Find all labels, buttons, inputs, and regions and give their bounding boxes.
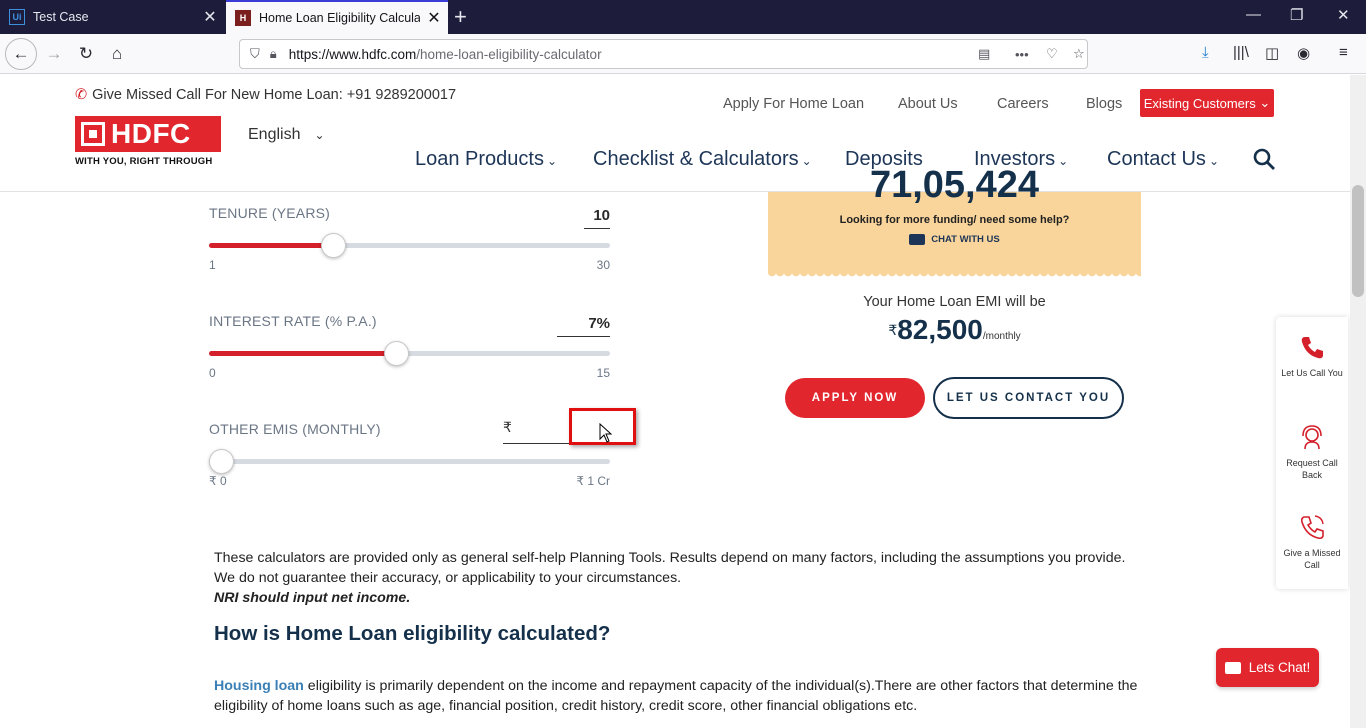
nav-investors[interactable]: Investors ⌄ [974,148,1068,171]
tenure-slider-handle[interactable] [320,233,346,258]
missed-call-icon [1300,515,1324,540]
tenure-input[interactable]: 10 [584,207,610,229]
menu-icon[interactable]: ≡ [1339,44,1348,61]
section-paragraph: Housing loan eligibility is primarily de… [214,678,1138,714]
other-emis-track[interactable] [209,449,610,474]
minimize-icon[interactable]: — [1246,6,1261,23]
other-emis-min: ₹ 0 [209,474,227,488]
link-about-us[interactable]: About Us [898,96,958,112]
link-apply-home-loan[interactable]: Apply For Home Loan [723,96,864,112]
shield-icon: ⛉ [250,46,260,61]
tenure-track[interactable] [209,233,610,258]
tenure-label: TENURE (YEARS) [209,205,331,221]
tenure-min: 1 [209,258,216,272]
hdfc-logo[interactable]: HDFC WITH YOU, RIGHT THROUGH [75,116,221,167]
section-heading: How is Home Loan eligibility calculated? [214,622,611,645]
emi-label: Your Home Loan EMI will be [863,294,1046,310]
uipath-favicon-icon: Ui [9,9,25,25]
calculator-content: TENURE (YEARS) 10 1 30 INTEREST RATE (% … [0,170,1350,728]
tenure-max: 30 [596,258,610,272]
browser-toolbar: ← → ↻ ⌂ ⛉ 🔒︎ https://www.hdfc.com/home-l… [0,34,1366,74]
housing-loan-link[interactable]: Housing loan [214,678,304,694]
restore-icon[interactable]: ❐ [1290,6,1303,24]
download-icon[interactable]: ⤓ [1202,44,1209,61]
library-icon[interactable]: |||\ [1233,44,1249,61]
other-emis-slider-block: OTHER EMIS (MONTHLY) ₹ ₹ 0 ₹ 1 Cr [209,419,610,491]
url-text: https://www.hdfc.com/home-loan-eligibili… [288,46,602,62]
missed-call-text: ✆ Give Missed Call For New Home Loan: +91… [75,87,457,103]
search-icon[interactable] [1252,147,1276,171]
phone-icon: ✆ [75,87,88,103]
page-scrollbar[interactable] [1350,75,1366,728]
nav-checklist-calculators[interactable]: Checklist & Calculators ⌄ [593,148,812,171]
pocket-icon[interactable]: ♡ [1046,46,1058,62]
help-text: Looking for more funding/ need some help… [839,214,1070,226]
lock-icon: 🔒︎ [269,46,277,61]
tab-title: Test Case [33,10,89,24]
give-missed-call-button[interactable]: Give a Missed Call [1276,513,1348,571]
interest-slider-block: INTEREST RATE (% P.A.) 7% 0 15 [209,313,610,383]
interest-fill [209,351,397,356]
other-emis-max: ₹ 1 Cr [576,474,610,488]
eligible-amount: 71,05,424 [869,170,1040,204]
interest-slider-handle[interactable] [383,341,409,366]
lets-chat-button[interactable]: Lets Chat! [1216,648,1319,687]
bookmark-star-icon[interactable]: ☆ [1073,46,1085,62]
existing-customers-button[interactable]: Existing Customers ⌄ [1140,89,1274,117]
reload-icon[interactable]: ↻ [72,40,100,68]
nav-loan-products[interactable]: Loan Products ⌄ [415,148,557,171]
emi-value: ₹82,500/monthly [888,314,1021,345]
more-icon[interactable]: ••• [1015,47,1029,62]
account-icon[interactable]: ◉ [1297,44,1310,62]
rupee-symbol: ₹ [503,419,512,435]
link-careers[interactable]: Careers [997,96,1049,112]
chevron-down-icon: ⌄ [314,128,325,142]
let-us-call-you-button[interactable]: Let Us Call You [1276,333,1348,379]
chat-icon [1224,661,1241,674]
forward-icon[interactable]: → [40,40,68,68]
home-icon[interactable]: ⌂ [103,40,131,68]
back-icon[interactable]: ← [5,38,37,70]
site-header: ✆ Give Missed Call For New Home Loan: +91… [0,75,1366,192]
contact-side-panel: Let Us Call You Request Call Back Give a… [1276,317,1348,589]
interest-max: 15 [596,366,610,380]
phone-icon [1301,337,1323,359]
other-emis-slider-handle[interactable] [209,449,234,474]
tenure-slider-block: TENURE (YEARS) 10 1 30 [209,205,610,275]
browser-tab-bar: Ui Test Case ✕ H Home Loan Eligibility C… [0,0,1366,34]
tab-test-case[interactable]: Ui Test Case ✕ [0,0,224,34]
sidebar-icon[interactable]: ◫ [1265,44,1279,62]
scrollbar-thumb[interactable] [1352,185,1364,297]
eligibility-result-card: 71,05,424 Looking for more funding/ need… [768,170,1141,278]
interest-min: 0 [209,366,216,380]
close-window-icon[interactable]: ✕ [1337,6,1350,24]
tenure-fill [209,243,334,248]
chat-bubble-icon [909,234,926,245]
mouse-cursor-icon [599,423,613,443]
tab-title: Home Loan Eligibility Calculato [259,11,420,25]
headset-agent-icon [1302,425,1322,450]
new-tab-icon[interactable]: + [454,4,467,30]
hdfc-favicon-icon: H [235,10,251,26]
interest-input[interactable]: 7% [557,315,610,337]
close-tab-icon[interactable]: ✕ [196,7,224,27]
hdfc-mark-icon [81,122,105,146]
tab-home-loan[interactable]: H Home Loan Eligibility Calculato ✕ [226,0,448,34]
link-blogs[interactable]: Blogs [1086,96,1122,112]
nav-contact-us[interactable]: Contact Us ⌄ [1107,148,1219,171]
interest-label: INTEREST RATE (% P.A.) [209,313,377,329]
close-tab-icon[interactable]: ✕ [420,8,448,28]
let-us-contact-you-button[interactable]: LET US CONTACT YOU [933,377,1124,419]
request-call-back-button[interactable]: Request Call Back [1276,423,1348,481]
disclaimer: These calculators are provided only as g… [214,550,1126,606]
url-bar[interactable]: ⛉ 🔒︎ https://www.hdfc.com/home-loan-elig… [239,39,1088,69]
interest-track[interactable] [209,341,610,366]
nav-deposits[interactable]: Deposits [845,148,923,171]
chat-with-us-link[interactable]: CHAT WITH US [768,234,1141,245]
apply-now-button[interactable]: APPLY NOW [785,378,925,418]
language-select[interactable]: English ⌄ [248,126,325,144]
reader-view-icon[interactable]: ▤ [978,46,990,62]
